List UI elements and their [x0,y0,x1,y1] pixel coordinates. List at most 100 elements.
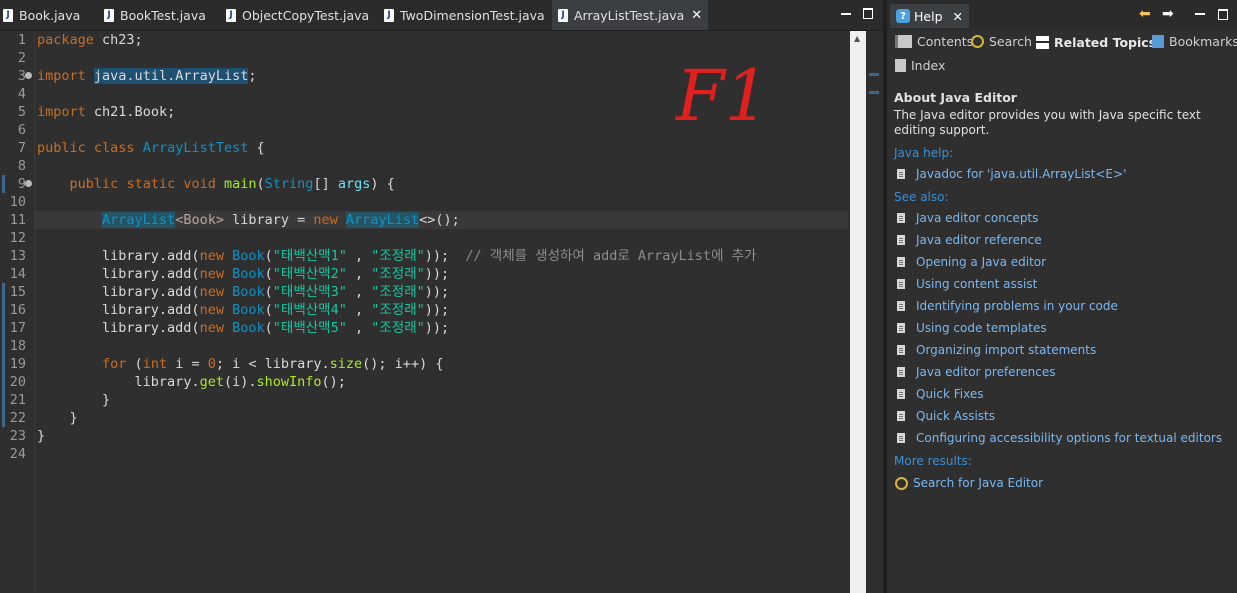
line-number: 9 [17,176,26,192]
nav-related-topics[interactable]: Related Topics [1036,35,1156,50]
java-file-icon: J [104,8,114,22]
line-number: 20 [9,374,26,390]
nav-bookmarks[interactable]: Bookmarks [1152,34,1237,49]
code-text-area[interactable]: package ch23; import java.util.ArrayList… [35,31,848,571]
section-see-also: See also: [894,190,949,204]
close-icon[interactable]: ✕ [691,8,702,23]
type-name: Arr [102,212,127,228]
search-more-link[interactable]: Search for Java Editor [895,476,1043,490]
document-icon [897,389,905,399]
see-also-link[interactable]: Identifying problems in your code [897,299,1118,313]
string-literal: "조정래" [371,320,425,336]
tab-label: ArrayListTest.java [574,7,685,23]
paren: )); [424,302,450,318]
minimize-icon[interactable] [1195,7,1205,20]
line-number: 18 [9,338,26,354]
code-line: library.add(new Book("태백산맥5" , "조정래")); [37,319,449,337]
line-number: 24 [9,446,26,462]
overview-marker[interactable] [869,73,879,76]
link-label: Organizing import statements [916,343,1097,357]
string-literal: "태백산맥1" [272,248,347,264]
document-icon [897,367,905,377]
comma: , [346,302,372,318]
nav-search[interactable]: Search [971,34,1032,49]
fold-toggle-icon[interactable] [25,72,32,79]
see-also-link[interactable]: Organizing import statements [897,343,1096,357]
link-label: Quick Fixes [916,387,984,401]
receiver: library. [134,374,200,390]
tab-objectcopytest-java[interactable]: J ObjectCopyTest.java [226,0,369,30]
string-literal: "조정래" [371,248,425,264]
keyword: import [37,68,86,84]
forward-arrow-icon[interactable]: ➡ [1162,6,1174,22]
fold-toggle-icon[interactable] [25,180,32,187]
code-line: for (int i = 0; i < library.size(); i++)… [37,355,443,373]
tab-book-java[interactable]: J Book.java [3,0,80,30]
tab-label: TwoDimensionTest.java [400,7,545,23]
overview-marker[interactable] [869,91,879,94]
type-name: Book [232,302,265,318]
see-also-link[interactable]: Using content assist [897,277,1037,291]
tab-label: Book.java [19,7,81,23]
call: library.add( [102,302,200,318]
contents-book-icon [895,35,912,48]
nav-index[interactable]: Index [895,58,945,73]
vertical-scrollbar[interactable]: ▲ [850,31,866,593]
paren: )); [424,284,450,300]
see-also-link[interactable]: Opening a Java editor [897,255,1046,269]
nav-related-label: Related Topics [1054,35,1157,50]
java-file-icon: J [384,8,394,22]
see-also-link[interactable]: Java editor reference [897,233,1042,247]
method-name: get [199,374,224,390]
see-also-link[interactable]: Quick Assists [897,409,995,423]
see-also-link[interactable]: Configuring accessibility options for te… [897,431,1222,445]
tab-twodimensiontest-java[interactable]: J TwoDimensionTest.java [384,0,545,30]
method-name: main [224,176,257,192]
paren: )); [424,320,450,336]
tab-booktest-java[interactable]: J BookTest.java [104,0,206,30]
link-label: Configuring accessibility options for te… [916,431,1223,445]
nav-contents[interactable]: Contents [895,34,973,49]
parameter: args [337,176,371,192]
keyword: static [126,176,176,192]
see-also-link[interactable]: Java editor preferences [897,365,1055,379]
tab-help[interactable]: ? Help ✕ [890,4,969,28]
code-line: } [37,391,110,409]
brace: } [69,410,78,426]
close-icon[interactable]: ✕ [953,9,963,24]
tab-label: Help [914,8,943,24]
maximize-icon[interactable] [1218,7,1228,20]
import-path: ch21.Book; [93,104,176,120]
overview-ruler[interactable] [866,31,883,593]
code-editor[interactable]: 1 2 3 4 5 6 7 8 9 10 11 12 13 14 15 16 1… [0,31,848,593]
document-icon [897,323,905,333]
code-line: } [37,427,45,445]
tab-label: BookTest.java [120,7,206,23]
document-icon [897,257,905,267]
scroll-up-arrow-icon[interactable]: ▲ [854,34,860,43]
see-also-link[interactable]: Quick Fixes [897,387,983,401]
paren: )); [424,266,450,282]
code-line: public static void main(String[] args) { [37,175,395,193]
keyword: void [183,176,216,192]
section-more-results: More results: [894,454,972,468]
keyword: new [199,284,224,300]
help-tab-bar: ? Help ✕ ⬅ ➡ [887,0,1237,30]
maximize-icon[interactable] [863,8,873,19]
brace: } [102,392,111,408]
back-arrow-icon[interactable]: ⬅ [1139,6,1151,22]
tab-arraylisttest-java[interactable]: J ArrayListTest.java ✕ [552,0,709,30]
document-icon [897,411,905,421]
code-line: library.add(new Book("태백산맥1" , "조정래")); … [37,247,756,265]
help-description: The Java editor provides you with Java s… [894,108,1201,137]
for-init: i = [167,356,208,372]
java-file-icon: J [3,8,13,22]
call-args: (i). [223,374,257,390]
minimize-icon[interactable] [841,12,851,15]
see-also-link[interactable]: Java editor concepts [897,211,1038,225]
line-number: 6 [17,122,26,138]
javadoc-link-label: Javadoc for 'java.util.ArrayList<E>' [916,167,1127,181]
comma: , [346,284,372,300]
javadoc-link[interactable]: Javadoc for 'java.util.ArrayList<E>' [897,167,1126,181]
see-also-link[interactable]: Using code templates [897,321,1047,335]
